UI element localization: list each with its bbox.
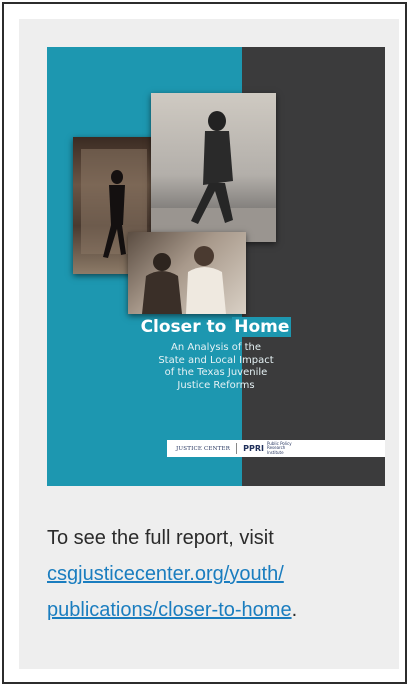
photo-youth-walking [151, 93, 276, 242]
report-caption: To see the full report, visit csgjustice… [47, 520, 392, 628]
cover-logo-strip: JUSTICE CENTER PPRI Public Policy Resear… [167, 440, 385, 457]
cover-subtitle-line: An Analysis of the [171, 342, 261, 353]
cover-title: Closer to Home [47, 317, 385, 337]
cover-subtitle-line: of the Texas Juvenile [164, 367, 268, 378]
justice-center-logo: JUSTICE CENTER [176, 445, 231, 452]
ppri-logo-subtitle: Public Policy Research Institute [266, 440, 292, 455]
ppri-logo: PPRI [243, 444, 264, 453]
caption-text: To see the full report, visit [47, 527, 274, 549]
cover-subtitle-line: State and Local Impact [158, 354, 274, 366]
caption-period: . [291, 599, 298, 621]
cover-title-part1: Closer to [140, 317, 227, 337]
cover-subtitle: An Analysis of the State and Local Impac… [47, 342, 385, 392]
report-cover-image[interactable]: Closer to Home An Analysis of the State … [47, 47, 385, 486]
logo-divider [236, 443, 238, 454]
report-link-line1[interactable]: csgjusticecenter.org/youth/ [47, 563, 284, 585]
cover-title-part2: Home [232, 317, 292, 337]
photo-students [128, 232, 246, 314]
report-link-line2[interactable]: publications/closer-to-home [47, 599, 292, 621]
cover-subtitle-line: Justice Reforms [177, 379, 255, 391]
